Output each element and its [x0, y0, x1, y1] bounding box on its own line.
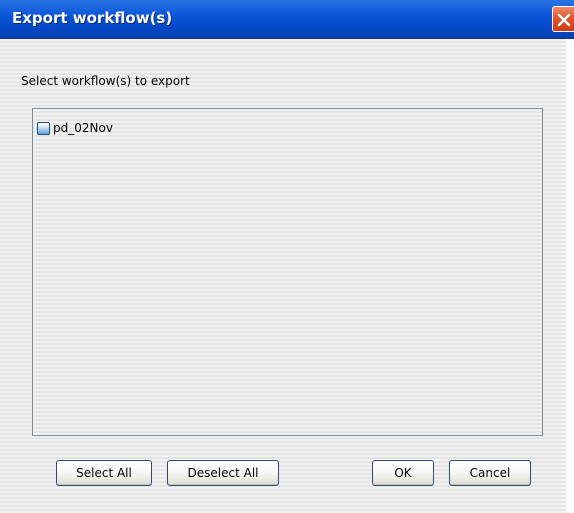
workflow-name: pd_02Nov [53, 121, 113, 135]
export-workflow-dialog: Export workflow(s) Select workflow(s) to… [0, 0, 574, 513]
title-bar[interactable]: Export workflow(s) [0, 0, 574, 39]
ok-button[interactable]: OK [372, 460, 434, 486]
select-workflows-label: Select workflow(s) to export [21, 74, 190, 88]
select-all-button[interactable]: Select All [56, 460, 152, 486]
dialog-body: Select workflow(s) to export pd_02Nov Se… [0, 39, 567, 513]
list-item[interactable]: pd_02Nov [37, 118, 113, 138]
close-button[interactable] [552, 6, 574, 32]
window-title: Export workflow(s) [12, 9, 173, 27]
window-edge [566, 39, 574, 513]
close-icon [557, 13, 571, 27]
cancel-button[interactable]: Cancel [449, 460, 531, 486]
workflow-list[interactable]: pd_02Nov [32, 108, 543, 436]
workflow-checkbox[interactable] [37, 121, 50, 135]
deselect-all-button[interactable]: Deselect All [167, 460, 279, 486]
